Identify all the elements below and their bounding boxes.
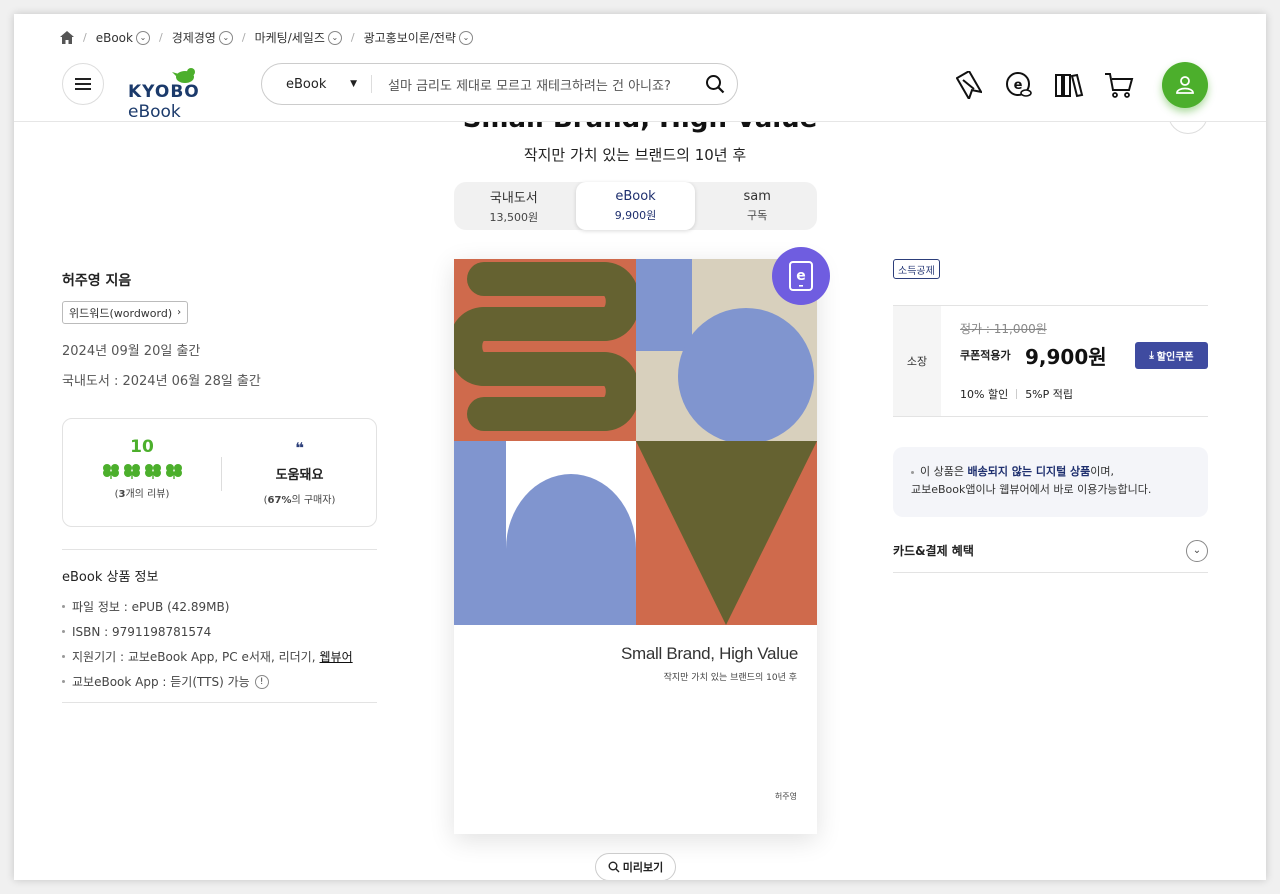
svg-text:e: e	[796, 268, 806, 284]
caret-down-icon: ▼	[350, 79, 357, 89]
clover-icon	[144, 464, 161, 479]
site-logo[interactable]: KYOBO eBook	[128, 66, 240, 122]
user-icon	[1176, 76, 1194, 94]
search-icon	[706, 75, 725, 94]
review-count: (3개의 리뷰)	[114, 489, 170, 500]
original-price: 정가 : 11,000원	[960, 322, 1047, 336]
tab-price: 13,500원	[489, 211, 539, 224]
search-category-select[interactable]: eBook ▼	[262, 75, 372, 93]
chevron-down-icon[interactable]: ⌄	[458, 30, 473, 45]
info-icon[interactable]: !	[254, 674, 269, 689]
chevron-down-icon[interactable]: ⌄	[218, 30, 233, 45]
cover-title: Small Brand, High Value	[620, 644, 798, 663]
home-icon[interactable]	[60, 31, 74, 44]
divider	[62, 549, 377, 550]
search-input[interactable]: 설마 금리도 제대로 모르고 재테크하려는 건 아니죠?	[372, 75, 693, 94]
cover-subtitle: 작지만 가치 있는 브랜드의 10년 후	[663, 673, 797, 683]
menu-button[interactable]	[62, 63, 104, 105]
coupon-button-label: 할인쿠폰	[1156, 352, 1194, 363]
breadcrumb-item[interactable]: 광고홍보이론/전략	[364, 29, 456, 46]
product-subtitle: 작지만 가치 있는 브랜드의 10년 후	[523, 146, 747, 164]
discount-coupon-button[interactable]: ⤓ 할인쿠폰	[1135, 342, 1208, 369]
tax-deduction-badge: 소득공제	[893, 259, 940, 279]
tab-sam[interactable]: sam 구독	[697, 182, 817, 230]
author-name[interactable]: 허주영 지음	[62, 270, 131, 290]
breadcrumb-item[interactable]: eBook	[96, 31, 133, 45]
coupon-price: 9,900원	[1025, 345, 1107, 369]
quote-icon: ❝	[295, 439, 304, 457]
tab-label: 국내도서	[489, 191, 538, 206]
tab-price: 구독	[747, 209, 768, 222]
coupon-price-label: 쿠폰적용가	[960, 349, 1011, 362]
rating-block[interactable]: 10 (3개의 리뷰)	[63, 437, 221, 500]
page-frame: Small Brand, High Value 작지만 가치 있는 브랜드의 1…	[14, 14, 1266, 880]
header-icons: e	[954, 70, 1134, 100]
chevron-down-icon[interactable]: ⌄	[135, 30, 150, 45]
clover-rating	[63, 463, 221, 479]
discount-rate: 10% 할인	[960, 388, 1009, 401]
cover-artwork	[454, 259, 817, 625]
list-item: 교보eBook App : 듣기(TTS) 가능!	[62, 669, 353, 694]
ebook-info-list: 파일 정보 : ePUB (42.89MB) ISBN : 9791198781…	[62, 594, 353, 694]
bookmark-icon[interactable]	[954, 70, 984, 100]
format-tabs: 국내도서 13,500원 eBook 9,900원 sam 구독	[454, 182, 817, 230]
list-item: 파일 정보 : ePUB (42.89MB)	[62, 594, 353, 619]
chevron-right-icon: ›	[177, 307, 182, 318]
helpful-label: 도움돼요	[275, 468, 324, 483]
divider	[62, 702, 377, 703]
print-publish-date: 국내도서 : 2024년 06월 28일 출간	[62, 374, 261, 389]
tab-label: eBook	[615, 189, 656, 204]
cart-icon[interactable]	[1104, 70, 1134, 100]
download-icon: ⤓	[1149, 350, 1154, 361]
book-cover[interactable]: Small Brand, High Value 작지만 가치 있는 브랜드의 1…	[454, 259, 817, 834]
ebook-device-icon: e	[789, 261, 813, 291]
breadcrumb: / eBook ⌄ / 경제경영 ⌄ / 마케팅/세일즈 ⌄ / 광고홍보이론/전략 ⌄	[60, 29, 473, 46]
site-header: / eBook ⌄ / 경제경영 ⌄ / 마케팅/세일즈 ⌄ / 광고홍보이론/전략 ⌄…	[14, 14, 1266, 122]
clover-icon	[123, 464, 140, 479]
tab-price: 9,900원	[614, 209, 657, 222]
list-item: ISBN : 9791198781574	[62, 619, 353, 644]
breadcrumb-item[interactable]: 경제경영	[172, 29, 216, 46]
publisher-button[interactable]: 위드워드(wordword) ›	[62, 301, 189, 324]
cover-author: 허주영	[774, 792, 797, 801]
review-summary: 10 (3개의 리뷰) ❝ 도움돼요 (67%의 구매자)	[62, 418, 377, 527]
tab-ebook[interactable]: eBook 9,900원	[575, 182, 696, 230]
point-rate: 5%P 적립	[1025, 388, 1074, 401]
digital-notice: 이 상품은 배송되지 않는 디지털 상품이며, 교보eBook앱이나 웹뷰어에서…	[893, 447, 1208, 517]
clover-icon	[165, 464, 182, 479]
publish-date: 2024년 09월 20일 출간	[62, 344, 201, 359]
ebook-coin-icon[interactable]: e	[1004, 70, 1034, 100]
search-icon	[608, 861, 620, 873]
card-benefit-label: 카드&결제 혜택	[893, 544, 974, 558]
ebook-badge: e	[772, 247, 830, 305]
search-bar: eBook ▼ 설마 금리도 제대로 모르고 재테크하려는 건 아니죠?	[261, 63, 738, 105]
ownership-label: 소장	[893, 306, 941, 416]
preview-button[interactable]: 미리보기	[595, 853, 676, 880]
discount-row: 10% 할인 5%P 적립	[960, 386, 1073, 402]
list-item: 지원기기 : 교보eBook App, PC e서재, 리더기, 웹뷰어	[62, 644, 353, 669]
user-menu-button[interactable]	[1162, 62, 1208, 108]
helpful-block[interactable]: ❝ 도움돼요 (67%의 구매자)	[221, 439, 378, 507]
price-box: 소장 정가 : 11,000원 쿠폰적용가 9,900원 ⤓ 할인쿠폰 10% …	[893, 305, 1208, 417]
ebook-info-title: eBook 상품 정보	[62, 570, 159, 585]
logo-text: KYOBO eBook	[128, 82, 200, 122]
tab-label: sam	[743, 189, 771, 204]
chevron-down-icon[interactable]: ⌄	[1186, 539, 1208, 562]
tab-domestic-book[interactable]: 국내도서 13,500원	[454, 182, 574, 230]
chevron-down-icon[interactable]: ⌄	[327, 30, 342, 45]
search-button[interactable]	[693, 74, 737, 94]
card-benefit-row[interactable]: 카드&결제 혜택 ⌄	[893, 529, 1208, 573]
library-icon[interactable]	[1054, 70, 1084, 100]
hamburger-icon	[75, 78, 91, 90]
breadcrumb-item[interactable]: 마케팅/세일즈	[255, 29, 325, 46]
preview-label: 미리보기	[622, 861, 664, 874]
web-viewer-link[interactable]: 웹뷰어	[320, 648, 353, 665]
helpful-percent: (67%의 구매자)	[263, 495, 336, 506]
svg-text:e: e	[1014, 78, 1023, 93]
clover-icon	[102, 464, 119, 479]
publisher-label: 위드워드(wordword)	[69, 306, 173, 320]
rating-score: 10	[130, 437, 154, 457]
